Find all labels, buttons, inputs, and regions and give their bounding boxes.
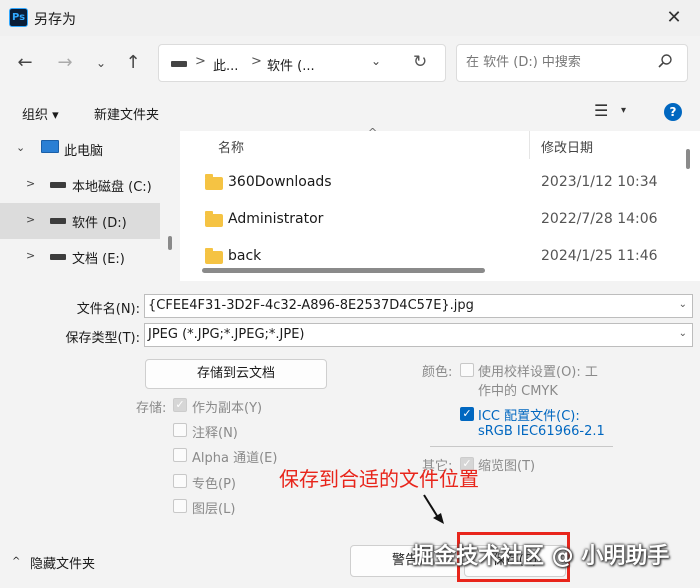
alpha-channel-checkbox[interactable] <box>173 448 187 462</box>
file-name: back <box>228 248 262 264</box>
drive-icon <box>50 182 66 188</box>
file-row[interactable]: Administrator 2022/7/28 14:06 <box>200 202 680 238</box>
search-box[interactable] <box>456 44 688 82</box>
icc-profile-value: sRGB IEC61966-2.1 <box>478 424 605 439</box>
drive-icon <box>50 218 66 224</box>
sidebar-item-label: 此电脑 <box>64 144 104 159</box>
watermark: 掘金技术社区 @ 小明助手 <box>412 544 670 569</box>
address-dropdown-icon[interactable]: ⌄ <box>371 54 381 68</box>
as-copy-checkbox[interactable]: ✓ <box>173 398 187 412</box>
vertical-scrollbar[interactable] <box>686 149 690 169</box>
file-list: ^ 名称 修改日期 360Downloads 2023/1/12 10:34 A… <box>180 126 700 281</box>
expand-chevron-icon[interactable]: > <box>26 177 35 190</box>
as-copy-label: 作为副本(Y) <box>192 401 263 416</box>
title-bar <box>0 0 700 36</box>
back-arrow-icon[interactable]: ← <box>10 48 40 78</box>
file-name: 360Downloads <box>228 174 332 190</box>
column-header-date[interactable]: 修改日期 <box>541 137 593 156</box>
navigation-pane: ⌄ 此电脑 > 本地磁盘 (C:) > 软件 (D:) > 文档 (E:) <box>0 131 178 281</box>
sidebar-item-label: 软件 (D:) <box>72 216 127 231</box>
breadcrumb-this-pc[interactable]: 此... <box>213 55 238 74</box>
help-icon[interactable]: ? <box>664 103 682 121</box>
sidebar-item-drive-c[interactable]: > 本地磁盘 (C:) <box>0 167 160 203</box>
spot-colors-label: 专色(P) <box>192 477 236 492</box>
filetype-value[interactable]: JPEG (*.JPG;*.JPEG;*.JPE) <box>148 327 305 342</box>
file-row[interactable]: 360Downloads 2023/1/12 10:34 <box>200 165 680 201</box>
file-date: 2022/7/28 14:06 <box>541 211 658 227</box>
expand-chevron-icon[interactable]: > <box>26 249 35 262</box>
drive-icon <box>171 61 187 67</box>
file-date: 2024/1/25 11:46 <box>541 248 658 264</box>
navigation-scrollbar[interactable] <box>168 236 172 250</box>
organize-menu-button[interactable]: 组织 ▾ <box>22 104 59 123</box>
horizontal-scrollbar[interactable] <box>202 268 485 273</box>
photoshop-app-icon: Ps <box>9 8 28 27</box>
sidebar-item-this-pc[interactable]: ⌄ 此电脑 <box>0 131 160 167</box>
drive-icon <box>50 254 66 260</box>
expand-chevron-icon[interactable]: ⌄ <box>16 141 25 154</box>
icc-profile-checkbox[interactable]: ✓ <box>460 407 474 421</box>
folder-icon <box>205 248 223 264</box>
sidebar-item-label: 本地磁盘 (C:) <box>72 180 152 195</box>
up-arrow-icon[interactable]: ↑ <box>118 48 148 78</box>
expand-chevron-icon[interactable]: > <box>26 213 35 226</box>
chevron-down-icon[interactable]: ⌄ <box>679 328 687 339</box>
view-dropdown-icon[interactable]: ▾ <box>621 105 626 116</box>
sidebar-item-drive-e[interactable]: > 文档 (E:) <box>0 239 160 275</box>
alpha-channel-label: Alpha 通道(E) <box>192 451 278 466</box>
use-proof-setup-checkbox[interactable] <box>460 363 474 377</box>
file-name: Administrator <box>228 211 324 227</box>
storage-label: 存储: <box>136 401 167 416</box>
computer-icon <box>41 140 59 153</box>
divider <box>430 446 613 447</box>
spot-colors-checkbox[interactable] <box>173 474 187 488</box>
refresh-icon[interactable]: ↻ <box>413 52 427 72</box>
thumbnail-label: 缩览图(T) <box>478 459 536 474</box>
filename-field[interactable]: {CFEE4F31-3D2F-4c32-A896-8E2537D4C57E}.j… <box>144 294 693 318</box>
color-label: 颜色: <box>422 365 453 380</box>
breadcrumb-drive-d[interactable]: 软件 (... <box>267 55 315 74</box>
use-proof-setup-label: 使用校样设置(O): 工 <box>478 365 598 380</box>
filename-value[interactable]: {CFEE4F31-3D2F-4c32-A896-8E2537D4C57E}.j… <box>148 298 474 313</box>
search-icon[interactable] <box>657 53 673 69</box>
view-options-icon[interactable]: ☰ <box>594 101 608 120</box>
file-row[interactable]: back 2024/1/25 11:46 <box>200 239 680 265</box>
annotation-arrow-icon <box>423 494 444 524</box>
address-bar[interactable]: > 此... > 软件 (... ⌄ ↻ <box>158 44 446 82</box>
folder-icon <box>205 174 223 190</box>
recent-locations-chevron-icon[interactable]: ⌄ <box>86 48 116 78</box>
filetype-label: 保存类型(T): <box>65 331 140 346</box>
collapse-chevron-icon[interactable]: ^ <box>12 556 20 567</box>
save-to-cloud-button[interactable]: 存储到云文档 <box>145 359 327 389</box>
sidebar-item-label: 文档 (E:) <box>72 252 125 267</box>
annotations-checkbox[interactable] <box>173 423 187 437</box>
folder-icon <box>205 211 223 227</box>
filename-label: 文件名(N): <box>76 302 140 317</box>
layers-label: 图层(L) <box>192 502 236 517</box>
column-divider[interactable] <box>529 131 530 159</box>
forward-arrow-icon[interactable]: → <box>50 48 80 78</box>
use-proof-setup-label-cont: 作中的 CMYK <box>478 384 558 399</box>
layers-checkbox[interactable] <box>173 499 187 513</box>
annotation-text: 保存到合适的文件位置 <box>279 467 479 491</box>
column-header-name[interactable]: 名称 <box>218 137 244 156</box>
file-date: 2023/1/12 10:34 <box>541 174 658 190</box>
sort-ascending-icon: ^ <box>368 126 378 139</box>
new-folder-button[interactable]: 新建文件夹 <box>94 104 159 123</box>
close-button[interactable]: ✕ <box>656 3 692 33</box>
annotations-label: 注释(N) <box>192 426 238 441</box>
window-title: 另存为 <box>34 12 76 28</box>
sidebar-item-drive-d[interactable]: > 软件 (D:) <box>0 203 160 239</box>
search-input[interactable] <box>466 55 656 70</box>
filetype-select[interactable]: JPEG (*.JPG;*.JPEG;*.JPE) ⌄ <box>144 323 693 347</box>
chevron-down-icon[interactable]: ⌄ <box>679 299 687 310</box>
icc-profile-label: ICC 配置文件(C): <box>478 409 580 424</box>
breadcrumb-separator[interactable]: > <box>195 54 206 69</box>
hide-folders-button[interactable]: 隐藏文件夹 <box>30 553 95 572</box>
breadcrumb-separator[interactable]: > <box>251 54 262 69</box>
